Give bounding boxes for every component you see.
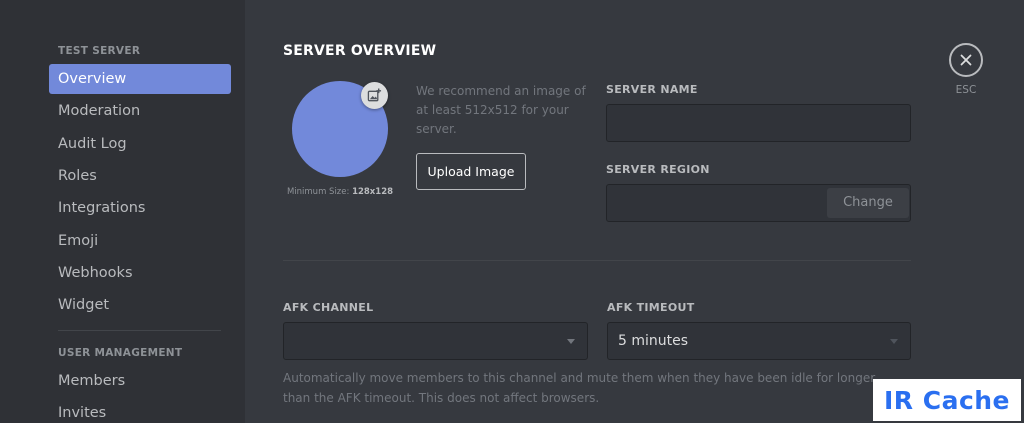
upload-image-button[interactable]: Upload Image xyxy=(416,153,526,190)
sidebar-item-moderation[interactable]: Moderation xyxy=(49,96,231,126)
sidebar-item-widget[interactable]: Widget xyxy=(49,290,231,320)
sidebar-item-members[interactable]: Members xyxy=(49,366,231,396)
server-name-header: TEST SERVER xyxy=(58,45,141,57)
minimum-size-label: Minimum Size: xyxy=(286,187,353,197)
chevron-down-icon xyxy=(567,339,575,344)
close-settings-button[interactable] xyxy=(949,43,983,77)
server-region-field: Change xyxy=(606,184,911,222)
avatar-upload-badge[interactable] xyxy=(361,82,388,109)
sidebar-separator xyxy=(58,330,221,331)
settings-sidebar: TEST SERVER Overview Moderation Audit Lo… xyxy=(0,0,245,423)
minimum-size-note: Minimum Size: 128x128 xyxy=(275,187,405,197)
sidebar-item-emoji[interactable]: Emoji xyxy=(49,226,231,256)
section-divider xyxy=(283,260,911,261)
afk-timeout-label: AFK TIMEOUT xyxy=(607,301,695,314)
page-title: SERVER OVERVIEW xyxy=(283,43,437,59)
app: TEST SERVER Overview Moderation Audit Lo… xyxy=(0,0,1024,423)
afk-channel-select[interactable] xyxy=(283,322,588,360)
sidebar-item-overview[interactable]: Overview xyxy=(49,64,231,94)
afk-timeout-select[interactable]: 5 minutes xyxy=(607,322,911,360)
afk-channel-label: AFK CHANNEL xyxy=(283,301,374,314)
esc-label: ESC xyxy=(955,84,977,96)
sidebar-item-webhooks[interactable]: Webhooks xyxy=(49,258,231,288)
add-image-icon xyxy=(367,88,382,102)
afk-timeout-value: 5 minutes xyxy=(618,333,689,349)
change-region-button[interactable]: Change xyxy=(827,188,909,218)
sidebar-item-integrations[interactable]: Integrations xyxy=(49,193,231,223)
sidebar-item-audit-log[interactable]: Audit Log xyxy=(49,129,231,159)
server-name-label: SERVER NAME xyxy=(606,83,698,96)
watermark: IR Cache xyxy=(873,379,1021,421)
sidebar-item-roles[interactable]: Roles xyxy=(49,161,231,191)
server-name-input[interactable] xyxy=(606,104,911,142)
afk-help-text: Automatically move members to this chann… xyxy=(283,371,876,405)
minimum-size-value: 128x128 xyxy=(352,187,394,197)
sidebar-item-invites[interactable]: Invites xyxy=(49,398,231,423)
chevron-down-icon xyxy=(890,339,898,344)
server-overview-panel: SERVER OVERVIEW Minimum Size: 128x128 We… xyxy=(245,0,1024,423)
image-recommendation-text: We recommend an image of at least 512x51… xyxy=(416,84,586,136)
user-management-header: USER MANAGEMENT xyxy=(58,347,183,359)
close-icon xyxy=(960,54,972,66)
server-region-label: SERVER REGION xyxy=(606,163,710,176)
